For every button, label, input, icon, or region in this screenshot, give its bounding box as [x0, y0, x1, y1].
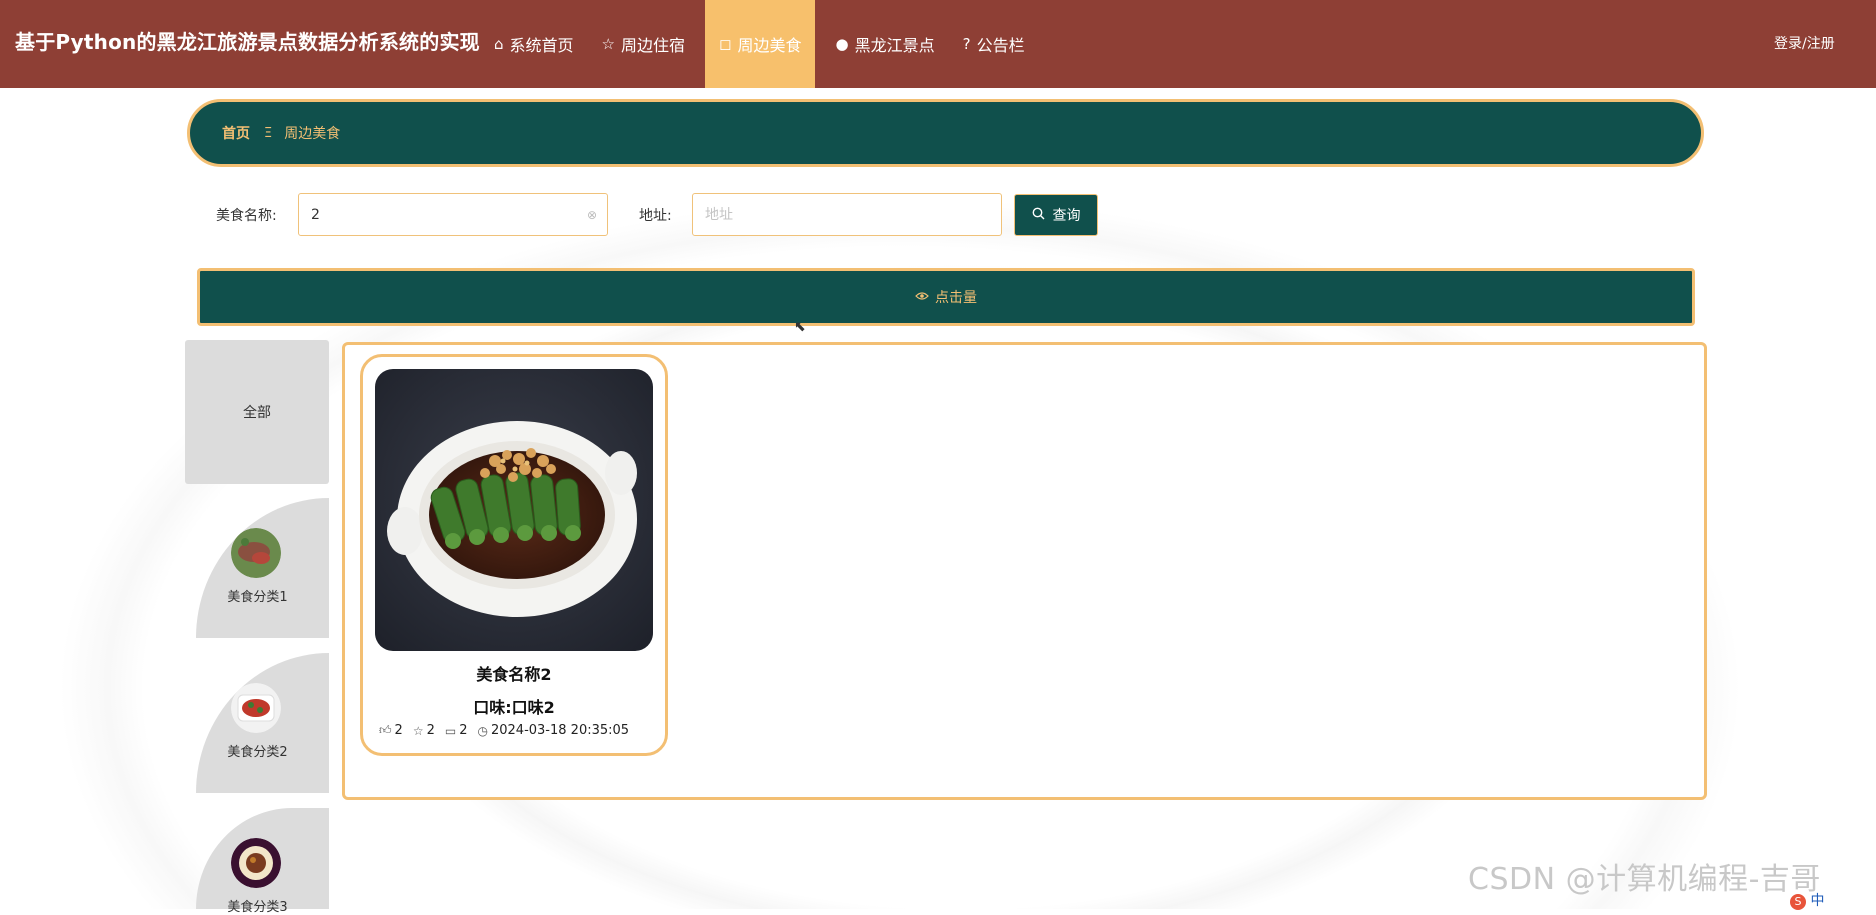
- search-icon: [1032, 207, 1045, 224]
- favorite-count: 2: [426, 723, 435, 738]
- category-thumbnail: [231, 838, 281, 888]
- category-item-3[interactable]: 美食分类3: [196, 808, 329, 915]
- thumbs-up-icon: 👍︎: [379, 723, 392, 737]
- food-name-input[interactable]: [309, 205, 583, 224]
- address-input[interactable]: [703, 205, 991, 224]
- publish-time: 2024-03-18 20:35:05: [490, 723, 630, 738]
- watermark: CSDN @计算机编程-吉哥: [1468, 862, 1821, 897]
- food-name-field[interactable]: ⊗: [298, 193, 608, 236]
- bag-icon: ◻: [719, 35, 732, 53]
- category-label: 美食分类1: [227, 590, 288, 605]
- question-icon: ?: [962, 35, 971, 53]
- search-button-label: 查询: [1052, 208, 1081, 224]
- breadcrumb-separator-icon: Ξ: [264, 125, 273, 141]
- nav-item-attractions[interactable]: ● 黑龙江景点: [821, 0, 948, 88]
- nav-item-label: 周边美食: [737, 36, 802, 55]
- star-icon: ☆: [412, 723, 424, 738]
- eye-icon: [915, 290, 929, 304]
- comment-count: 2: [459, 723, 468, 738]
- top-navbar: 基于Python的黑龙江旅游景点数据分析系统的实现 ⌂ 系统首页 ☆ 周边住宿 …: [0, 0, 1876, 88]
- nav-item-label: 周边住宿: [621, 36, 686, 55]
- category-thumbnail: [231, 528, 281, 578]
- home-icon: ⌂: [494, 35, 504, 53]
- like-count: 2: [394, 723, 403, 738]
- nav-item-lodging[interactable]: ☆ 周边住宿: [588, 0, 699, 88]
- category-thumbnail: [231, 683, 281, 733]
- nav-item-home[interactable]: ⌂ 系统首页: [480, 0, 588, 88]
- food-card[interactable]: 美食名称2 口味:口味2 👍︎ 2 ☆ 2 ▭ 2 ◷ 2024-03-18 20:35…: [360, 354, 668, 756]
- category-label: 美食分类2: [227, 745, 288, 760]
- ime-mode: 中: [1810, 893, 1825, 909]
- category-item-2[interactable]: 美食分类2: [196, 653, 329, 793]
- category-all[interactable]: 全部: [185, 340, 329, 484]
- category-item-1[interactable]: 美食分类1: [196, 498, 329, 638]
- site-title: 基于Python的黑龙江旅游景点数据分析系统的实现: [15, 30, 480, 54]
- breadcrumb-home[interactable]: 首页: [222, 123, 250, 143]
- clear-icon[interactable]: ⊗: [587, 208, 597, 222]
- clock-icon: ◷: [477, 723, 488, 738]
- search-button[interactable]: 查询: [1014, 194, 1098, 236]
- nav-item-food[interactable]: ◻ 周边美食: [705, 0, 816, 88]
- address-label: 地址:: [639, 208, 672, 224]
- address-field[interactable]: [692, 193, 1002, 236]
- category-all-label: 全部: [243, 405, 271, 421]
- mouse-cursor-icon: ⬉: [794, 319, 806, 335]
- food-image: [375, 369, 653, 651]
- sort-by-clicks-button[interactable]: 点击量: [197, 268, 1695, 326]
- food-taste: 口味:口味2: [473, 698, 555, 717]
- breadcrumb-current: 周边美食: [284, 126, 341, 142]
- ime-indicator: S 中: [1790, 890, 1824, 910]
- clock-icon: ●: [835, 35, 849, 53]
- food-name-label: 美食名称:: [216, 208, 277, 224]
- food-name: 美食名称2: [476, 665, 552, 684]
- nav-item-label: 系统首页: [509, 36, 574, 55]
- sogou-icon: S: [1790, 894, 1806, 910]
- food-meta: 👍︎ 2 ☆ 2 ▭ 2 ◷ 2024-03-18 20:35:05: [379, 723, 639, 738]
- breadcrumb: 首页 Ξ 周边美食: [187, 99, 1704, 167]
- comment-icon: ▭: [444, 723, 457, 738]
- nav-item-label: 黑龙江景点: [854, 36, 935, 55]
- sort-label: 点击量: [935, 290, 977, 306]
- main-nav: ⌂ 系统首页 ☆ 周边住宿 ◻ 周边美食 ● 黑龙江景点 ? 公告栏: [480, 0, 1039, 88]
- login-register-link[interactable]: 登录/注册: [1774, 33, 1835, 53]
- nav-item-label: 公告栏: [976, 36, 1025, 55]
- star-icon: ☆: [601, 35, 615, 53]
- category-label: 美食分类3: [227, 900, 288, 915]
- nav-item-notice[interactable]: ? 公告栏: [949, 0, 1039, 88]
